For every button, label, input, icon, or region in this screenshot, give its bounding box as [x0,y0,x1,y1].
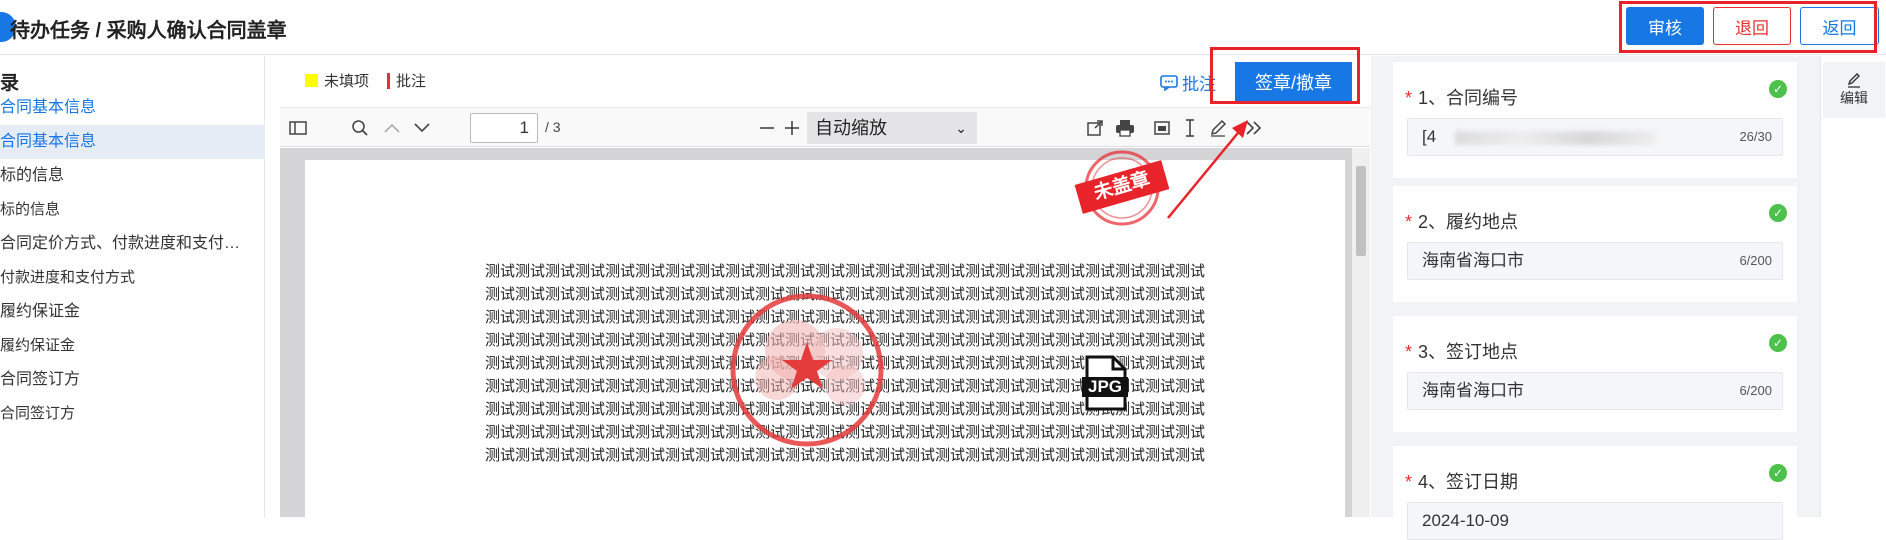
field-label: * 4、签订日期 [1405,472,1519,492]
pdf-toolbar: 1 / 3 自动缩放 ⌄ [280,107,1370,147]
sidebar-item-subject[interactable]: 标的信息 [0,159,265,193]
pdf-page: 测试测试测试测试测试测试测试测试测试测试测试测试测试测试测试测试测试测试测试测试… [305,150,1345,520]
performance-place-input[interactable]: 海南省海口市 6/200 [1407,242,1783,280]
field-label: * 3、签订地点 [1405,342,1519,362]
contract-number-input[interactable]: [4 26/30 [1407,118,1783,156]
chevron-down-icon: ⌄ [955,120,967,136]
signing-place-input[interactable]: 海南省海口市 6/200 [1407,372,1783,410]
sidebar-item-subject-sub[interactable]: 标的信息 [0,193,265,227]
field-label: * 1、合同编号 [1405,88,1519,108]
sidebar-item-pricing[interactable]: 合同定价方式、付款进度和支付… [0,227,265,261]
comment-icon [1160,74,1178,91]
print-icon[interactable] [1113,116,1137,140]
field-label: * 2、履约地点 [1405,212,1519,232]
sidebar-item-deposit[interactable]: 履约保证金 [0,295,265,329]
edit-column: 编辑 [1820,56,1886,517]
previous-page-icon[interactable] [380,116,404,140]
sidebar-item-deposit-sub[interactable]: 履约保证金 [0,329,265,363]
text-cursor-icon[interactable] [1178,116,1202,140]
unfilled-swatch [305,74,318,87]
field-card-signing-date: * 4、签订日期 ✓ 2024-10-09 [1393,446,1797,540]
check-icon: ✓ [1769,464,1787,482]
redacted-text [1454,130,1655,145]
unstamped-stamp: 未盖章 [1067,148,1177,228]
field-card-signing-place: * 3、签订地点 ✓ 海南省海口市 6/200 [1393,316,1797,432]
highlight-box-sign [1210,47,1360,104]
check-icon: ✓ [1769,334,1787,352]
edit-button[interactable]: 编辑 [1823,62,1885,118]
check-icon: ✓ [1769,204,1787,222]
document-text-line: 测试测试测试测试测试测试测试测试测试测试测试测试测试测试测试测试测试测试测试测试… [485,263,1205,280]
page-total: / 3 [545,119,561,135]
sidebar-item-payment-sub[interactable]: 付款进度和支付方式 [0,261,265,295]
company-seal-icon [730,293,884,447]
next-page-icon[interactable] [410,116,434,140]
scrollbar-thumb[interactable] [1356,166,1366,256]
zoom-select[interactable]: 自动缩放 ⌄ [807,112,977,144]
jpg-label: JPG [1087,377,1123,396]
vertical-scrollbar[interactable] [1352,148,1370,517]
edit-label: 编辑 [1840,90,1868,106]
search-icon[interactable] [348,116,372,140]
sidebar-toggle-icon[interactable] [286,116,310,140]
legend-unfilled: 未填项 [324,73,370,90]
annotation-link[interactable]: 批注 [1160,70,1216,95]
zoom-out-icon[interactable] [755,116,779,140]
top-bar: 待办任务 / 采购人确认合同盖章 审核 退回 返回 [0,0,1886,55]
signing-date-input[interactable]: 2024-10-09 [1407,502,1783,540]
sidebar-item-signatory-sub[interactable]: 合同签订方 [0,397,265,431]
field-card-contract-number: * 1、合同编号 ✓ [4 26/30 [1393,62,1797,178]
pen-icon[interactable] [1206,116,1230,140]
jpg-file-icon[interactable]: JPG [1081,355,1129,413]
zoom-value: 自动缩放 [815,118,887,138]
pdf-canvas[interactable]: 测试测试测试测试测试测试测试测试测试测试测试测试测试测试测试测试测试测试测试测试… [280,148,1370,520]
sidebar-item-contract-basic[interactable]: 合同基本信息 [0,91,265,125]
legend: 未填项 批注 [305,70,426,91]
sidebar: 录 合同基本信息 合同基本信息 标的信息 标的信息 合同定价方式、付款进度和支付… [0,56,265,517]
field-card-performance-place: * 2、履约地点 ✓ 海南省海口市 6/200 [1393,186,1797,302]
page-title: 待办任务 / 采购人确认合同盖章 [10,20,287,42]
edit-icon [1847,73,1860,88]
more-tools-icon[interactable] [1242,116,1266,140]
highlight-box-actions [1619,1,1877,53]
legend-annotation: 批注 [396,73,427,90]
document-viewer-panel: 未填项 批注 批注 签章/撤章 1 / 3 自动缩放 ⌄ 测试测试测试测试测试测… [280,56,1370,520]
page-number-input[interactable]: 1 [470,113,538,143]
image-insert-icon[interactable] [1150,116,1174,140]
sidebar-item-signatory[interactable]: 合同签订方 [0,363,265,397]
sidebar-item-contract-basic-sub[interactable]: 合同基本信息 [0,125,265,159]
open-external-icon[interactable] [1083,116,1107,140]
zoom-in-icon[interactable] [780,116,804,140]
check-icon: ✓ [1769,80,1787,98]
annotation-swatch [387,72,391,89]
